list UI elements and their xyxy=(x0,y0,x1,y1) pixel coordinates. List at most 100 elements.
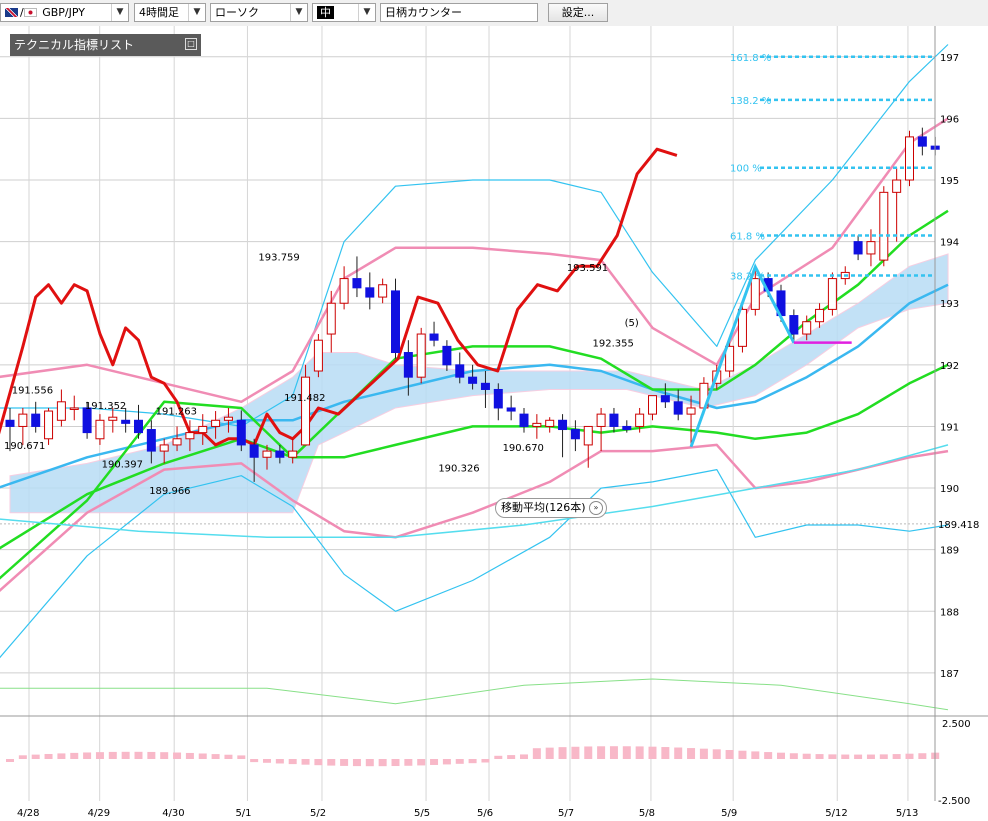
histogram-bar xyxy=(198,753,207,759)
candle-body xyxy=(622,425,632,431)
candle-body xyxy=(95,419,105,440)
candle-body xyxy=(570,429,580,440)
histogram-bar xyxy=(185,752,194,759)
chevron-down-icon: ▼ xyxy=(188,4,205,21)
candle-body xyxy=(339,278,349,304)
candle-body xyxy=(673,401,683,415)
histogram-bar xyxy=(211,754,220,759)
candle-body xyxy=(18,413,28,427)
candle-body xyxy=(146,429,156,452)
histogram-bar xyxy=(442,759,451,765)
candle-body xyxy=(789,315,799,335)
uk-flag-icon xyxy=(5,8,18,17)
date-tick-label: 5/8 xyxy=(639,808,655,819)
histogram-bar xyxy=(520,754,528,759)
histogram-bar xyxy=(31,754,40,759)
price-annotation: 192.355 xyxy=(593,339,634,350)
current-price-label: 189.418 xyxy=(938,520,979,531)
candle-body xyxy=(493,388,503,409)
histogram-bar xyxy=(301,759,310,765)
counter-field[interactable]: 日柄カウンター xyxy=(380,3,538,22)
indicator-list-panel[interactable]: テクニカル指標リスト □ xyxy=(10,34,201,56)
price-tick-label: 194 xyxy=(940,238,959,249)
toolbar: / GBP/JPY ▼ 4時間足 ▼ ローソク ▼ 中 ▼ 日柄カウンター 設定… xyxy=(0,0,988,27)
price-tick-label: 187 xyxy=(940,669,959,680)
chevron-down-icon: ▼ xyxy=(290,4,307,21)
histogram-bar xyxy=(802,753,811,759)
histogram-bar xyxy=(494,755,503,759)
candle-body xyxy=(352,278,362,289)
price-annotation: 191.352 xyxy=(85,401,126,412)
candle-body xyxy=(468,376,478,384)
histogram-bar xyxy=(250,759,259,763)
histogram-bar xyxy=(352,759,361,767)
histogram-bar xyxy=(674,747,683,759)
price-annotation: 190.671 xyxy=(4,441,45,452)
histogram-bar xyxy=(404,759,413,766)
date-tick-label: 5/13 xyxy=(896,808,918,819)
candle-body xyxy=(185,432,195,440)
price-annotation: 191.482 xyxy=(284,393,325,404)
histogram-bar xyxy=(815,754,824,759)
size-select[interactable]: 中 ▼ xyxy=(312,3,376,22)
histogram-bar xyxy=(854,754,863,759)
histogram-bar xyxy=(738,750,747,759)
candle-body xyxy=(429,333,439,341)
histogram-bar xyxy=(687,748,696,759)
settings-button[interactable]: 設定... xyxy=(548,3,608,22)
candle-body xyxy=(121,419,131,424)
histogram-bar xyxy=(648,746,657,759)
timeframe-select[interactable]: 4時間足 ▼ xyxy=(134,3,206,22)
date-tick-label: 4/28 xyxy=(17,808,39,819)
candle-body xyxy=(827,278,837,310)
histogram-bar xyxy=(224,754,233,759)
fibonacci-label: 100 % xyxy=(730,164,762,175)
price-annotation: (5) xyxy=(625,318,639,329)
candle-body xyxy=(172,438,182,446)
histogram-bar xyxy=(764,752,773,759)
histogram-bar xyxy=(95,752,104,759)
candle-body xyxy=(301,376,311,446)
currency-pair-select[interactable]: / GBP/JPY ▼ xyxy=(0,3,129,22)
histogram-bar xyxy=(365,759,374,767)
candle-body xyxy=(455,364,465,378)
candle-body xyxy=(108,416,118,421)
price-tick-label: 193 xyxy=(940,299,959,310)
chart-style-label: ローソク xyxy=(215,6,259,19)
histogram-bar xyxy=(635,746,644,759)
price-annotation: 190.670 xyxy=(503,443,544,454)
histogram-bar xyxy=(275,759,284,764)
moving-average-popup[interactable]: 移動平均(126本) » xyxy=(495,498,607,518)
histogram-bar xyxy=(70,752,79,759)
histogram-bar xyxy=(699,748,708,759)
histogram-bar xyxy=(751,751,760,759)
restore-icon[interactable]: □ xyxy=(185,38,197,50)
histogram-bar xyxy=(789,753,798,759)
price-chart: 161.8 %138.2 %100 %61.8 %38.2 %191.55619… xyxy=(0,26,988,821)
histogram-bar xyxy=(57,753,66,759)
histogram-bar xyxy=(121,751,130,759)
histogram-bar xyxy=(725,750,734,759)
timeframe-label: 4時間足 xyxy=(139,6,179,19)
size-label: 中 xyxy=(317,6,334,19)
candle-body xyxy=(802,321,812,335)
chevron-down-icon: ▼ xyxy=(111,4,128,21)
candle-body xyxy=(56,401,66,421)
price-annotation: 190.397 xyxy=(102,459,143,470)
histogram-bar xyxy=(558,747,567,759)
chevron-down-icon: ▼ xyxy=(358,4,375,21)
expand-icon[interactable]: » xyxy=(589,501,603,515)
candle-body xyxy=(635,413,645,427)
candle-body xyxy=(416,333,426,378)
price-tick-label: 189 xyxy=(940,546,959,557)
chart-style-select[interactable]: ローソク ▼ xyxy=(210,3,308,22)
candle-body xyxy=(365,287,375,298)
candle-body xyxy=(223,416,233,421)
histogram-bar xyxy=(828,754,837,759)
currency-pair-label: GBP/JPY xyxy=(42,6,85,19)
price-tick-label: 196 xyxy=(940,114,959,125)
candle-body xyxy=(583,425,593,446)
histogram-bar xyxy=(237,755,246,759)
candle-body xyxy=(5,419,15,427)
candle-body xyxy=(378,284,388,298)
